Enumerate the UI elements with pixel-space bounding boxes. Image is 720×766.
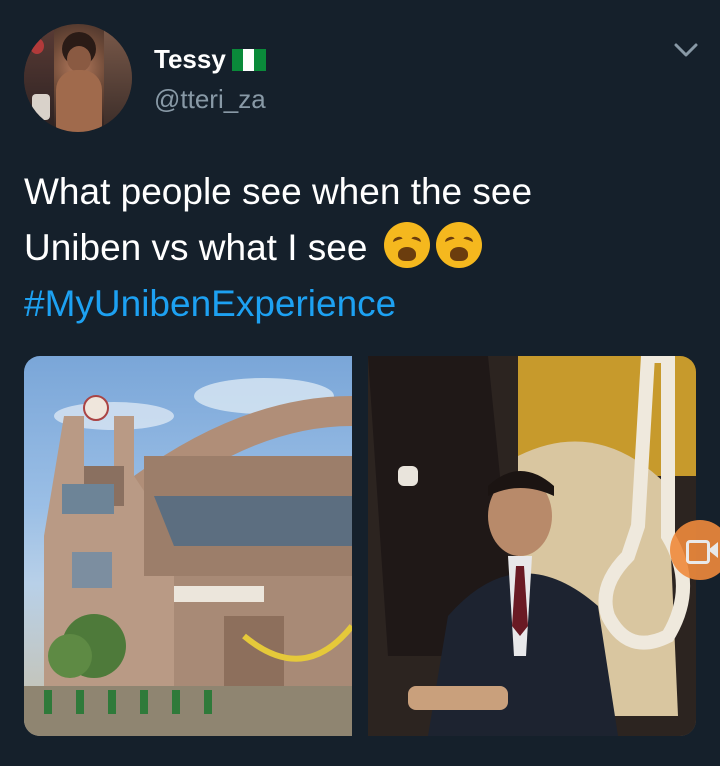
chevron-down-icon[interactable]	[672, 40, 700, 62]
university-gate-photo[interactable]	[24, 356, 352, 736]
tweet-line-1: What people see when the see	[24, 171, 533, 212]
avatar-background	[104, 24, 132, 132]
display-name-text: Tessy	[154, 44, 226, 74]
tweet-media[interactable]	[24, 356, 696, 736]
tweet-text: What people see when the see Uniben vs w…	[24, 164, 694, 332]
avatar-detail	[30, 38, 44, 54]
avatar[interactable]	[24, 24, 132, 132]
avatar-torso	[56, 70, 102, 132]
user-handle[interactable]: @tteri_za	[154, 84, 266, 115]
weary-face-emoji-icon	[435, 222, 482, 268]
avatar-detail	[32, 94, 50, 120]
tweet-line-2: Uniben vs what I see	[24, 220, 694, 276]
photo-illustration	[368, 356, 696, 736]
nigeria-flag-icon	[231, 48, 266, 71]
video-camera-lens-icon	[708, 542, 718, 558]
display-name[interactable]: Tessy	[154, 44, 266, 75]
video-camera-icon	[686, 540, 710, 564]
tweet-line-2-text: Uniben vs what I see	[24, 227, 368, 268]
weary-face-emoji-icon	[383, 222, 430, 268]
man-in-suit-with-noose-photo[interactable]	[368, 356, 696, 736]
hashtag-link[interactable]: #MyUnibenExperience	[24, 276, 694, 332]
gate-illustration	[24, 378, 352, 736]
avatar-face	[67, 46, 91, 72]
